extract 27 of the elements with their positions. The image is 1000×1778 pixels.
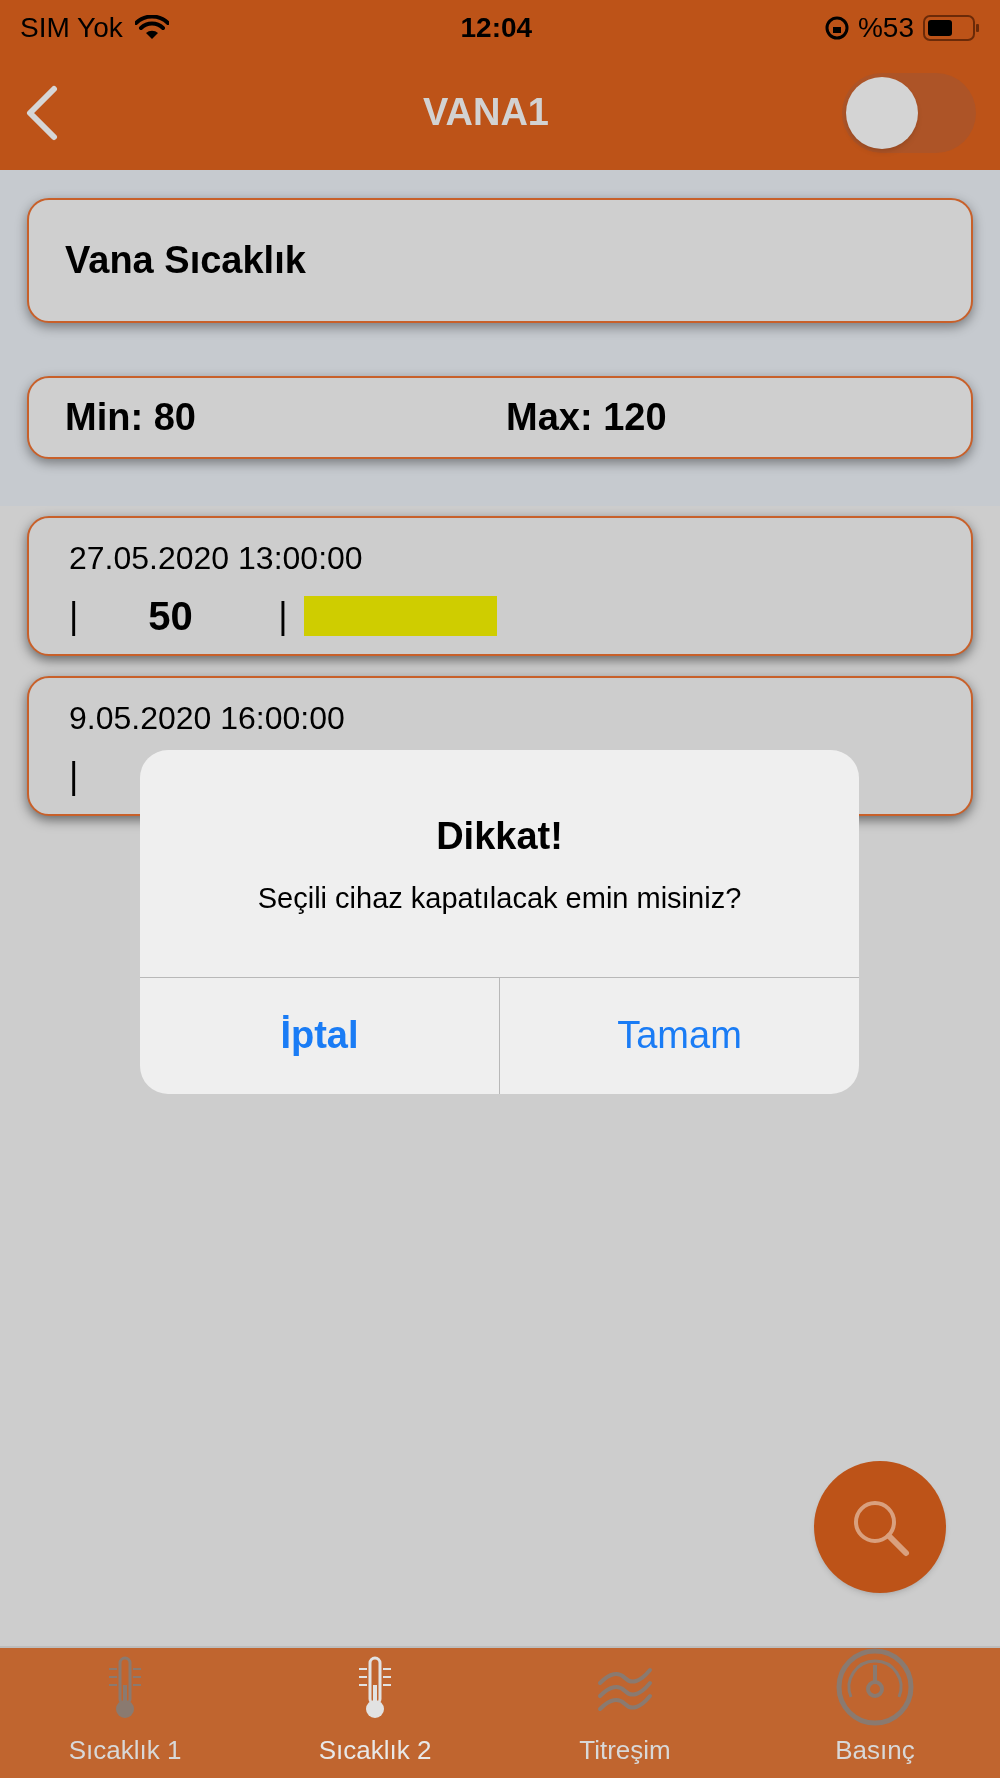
alert-button[interactable]: İptal <box>140 977 499 1094</box>
tab[interactable]: Sıcaklık 1 <box>0 1648 250 1778</box>
separator: | <box>69 594 79 638</box>
gauge-icon <box>835 1647 915 1727</box>
screen-title: VANA1 <box>423 90 549 135</box>
tab[interactable]: Titreşim <box>500 1648 750 1778</box>
battery-percent: %53 <box>857 10 914 45</box>
alert-message: Seçili cihaz kapatılacak emin misiniz? <box>257 881 742 916</box>
back-icon[interactable] <box>24 84 60 141</box>
min-value: Min: 80 <box>65 395 197 440</box>
carrier-label: SIM Yok <box>20 10 123 45</box>
alert-button[interactable]: Tamam <box>499 977 859 1094</box>
reading-card[interactable]: 27.05.2020 13:00:00 | 50 | <box>27 516 973 656</box>
wifi-icon <box>134 14 169 41</box>
separator: | <box>69 754 79 798</box>
tab[interactable]: Sıcaklık 2 <box>250 1648 500 1778</box>
reading-timestamp: 9.05.2020 16:00:00 <box>69 699 346 738</box>
card-title: Vana Sıcaklık <box>65 238 306 283</box>
battery-icon <box>922 13 980 42</box>
reading-value: 50 <box>148 593 194 640</box>
clock: 12:04 <box>460 10 533 45</box>
alert-title: Dikkat! <box>436 814 563 859</box>
reading-timestamp: 27.05.2020 13:00:00 <box>69 539 364 578</box>
rotation-lock-icon <box>823 14 850 41</box>
max-value: Max: 120 <box>506 395 667 440</box>
tab[interactable]: Basınç <box>750 1648 1000 1778</box>
separator: | <box>278 594 288 638</box>
